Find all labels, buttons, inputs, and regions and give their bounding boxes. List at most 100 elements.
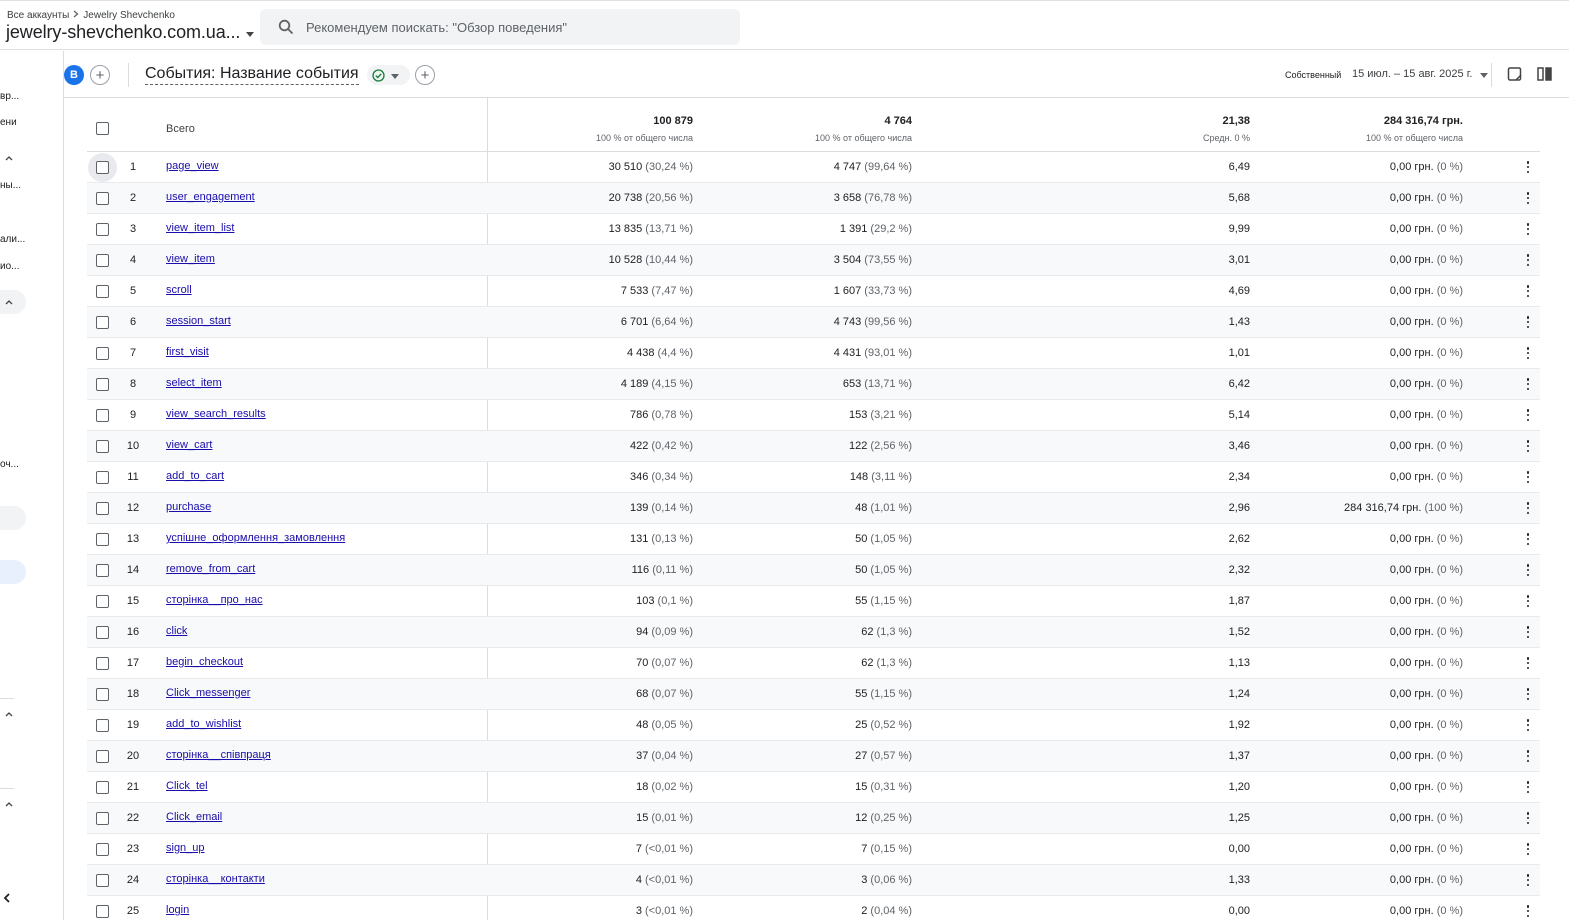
more-vert-icon[interactable] — [1526, 502, 1530, 514]
more-vert-icon[interactable] — [1526, 409, 1530, 421]
more-vert-icon[interactable] — [1526, 471, 1530, 483]
more-vert-icon[interactable] — [1526, 161, 1530, 173]
more-vert-icon[interactable] — [1526, 378, 1530, 390]
report-status-chip[interactable] — [367, 65, 410, 85]
breadcrumb-all-accounts[interactable]: Все аккаунты — [7, 10, 69, 21]
row-checkbox[interactable] — [96, 564, 109, 577]
row-checkbox[interactable] — [96, 688, 109, 701]
more-vert-icon[interactable] — [1526, 874, 1530, 886]
event-name-link[interactable]: add_to_cart — [166, 470, 224, 482]
nav-fragment[interactable]: ио... — [0, 261, 19, 272]
breadcrumb-account[interactable]: Jewelry Shevchenko — [83, 10, 175, 21]
row-checkbox[interactable] — [96, 905, 109, 918]
event-name-link[interactable]: scroll — [166, 284, 192, 296]
more-vert-icon[interactable] — [1526, 719, 1530, 731]
row-checkbox[interactable] — [96, 719, 109, 732]
row-checkbox[interactable] — [96, 440, 109, 453]
more-vert-icon[interactable] — [1526, 316, 1530, 328]
event-name-link[interactable]: first_visit — [166, 346, 209, 358]
event-name-link[interactable]: add_to_wishlist — [166, 718, 241, 730]
event-name-link[interactable]: сторінка__контакти — [166, 873, 265, 885]
row-checkbox[interactable] — [96, 502, 109, 515]
row-checkbox[interactable] — [96, 595, 109, 608]
more-vert-icon[interactable] — [1526, 285, 1530, 297]
more-vert-icon[interactable] — [1526, 657, 1530, 669]
event-name-link[interactable]: сторінка__співпраця — [166, 749, 271, 761]
row-checkbox[interactable] — [96, 874, 109, 887]
row-checkbox[interactable] — [96, 347, 109, 360]
add-segment-button[interactable]: + — [90, 65, 110, 85]
event-name-link[interactable]: Click_email — [166, 811, 222, 823]
event-name-link[interactable]: click — [166, 625, 187, 637]
nav-item-highlight[interactable] — [0, 506, 26, 530]
nav-fragment[interactable]: вр... — [0, 91, 19, 102]
row-checkbox[interactable] — [96, 409, 109, 422]
more-vert-icon[interactable] — [1526, 192, 1530, 204]
event-name-link[interactable]: view_item — [166, 253, 215, 265]
event-name-link[interactable]: session_start — [166, 315, 231, 327]
account-selector[interactable]: jewelry-shevchenko.com.ua... — [6, 22, 255, 43]
nav-fragment[interactable]: оч... — [0, 459, 19, 470]
edit-report-icon[interactable] — [1506, 65, 1524, 83]
select-all-checkbox[interactable] — [96, 122, 109, 135]
nav-fragment[interactable]: ени — [0, 117, 17, 128]
more-vert-icon[interactable] — [1526, 750, 1530, 762]
search-input[interactable] — [306, 19, 726, 35]
segment-chip[interactable]: B — [64, 65, 84, 85]
row-checkbox[interactable] — [96, 533, 109, 546]
report-title[interactable]: События: Название события — [145, 65, 359, 85]
add-comparison-button[interactable]: + — [415, 65, 435, 85]
more-vert-icon[interactable] — [1526, 688, 1530, 700]
more-vert-icon[interactable] — [1526, 905, 1530, 917]
more-vert-icon[interactable] — [1526, 564, 1530, 576]
more-vert-icon[interactable] — [1526, 533, 1530, 545]
event-name-link[interactable]: select_item — [166, 377, 222, 389]
more-vert-icon[interactable] — [1526, 223, 1530, 235]
chevron-up-icon[interactable] — [4, 709, 14, 719]
more-vert-icon[interactable] — [1526, 347, 1530, 359]
row-checkbox[interactable] — [96, 254, 109, 267]
event-name-link[interactable]: sign_up — [166, 842, 205, 854]
more-vert-icon[interactable] — [1526, 781, 1530, 793]
event-name-link[interactable]: сторінка__про_нас — [166, 594, 263, 606]
nav-item-selected[interactable] — [0, 560, 26, 584]
chevron-up-icon[interactable] — [4, 297, 14, 307]
more-vert-icon[interactable] — [1526, 440, 1530, 452]
event-name-link[interactable]: Click_tel — [166, 780, 208, 792]
row-checkbox[interactable] — [96, 285, 109, 298]
event-name-link[interactable]: remove_from_cart — [166, 563, 255, 575]
event-name-link[interactable]: view_cart — [166, 439, 212, 451]
row-checkbox[interactable] — [96, 781, 109, 794]
event-name-link[interactable]: begin_checkout — [166, 656, 243, 668]
collapse-nav-icon[interactable] — [2, 892, 12, 904]
chevron-up-icon[interactable] — [4, 799, 14, 809]
event-name-link[interactable]: view_search_results — [166, 408, 266, 420]
more-vert-icon[interactable] — [1526, 254, 1530, 266]
more-vert-icon[interactable] — [1526, 595, 1530, 607]
more-vert-icon[interactable] — [1526, 626, 1530, 638]
row-checkbox[interactable] — [96, 750, 109, 763]
compare-columns-icon[interactable] — [1536, 65, 1554, 83]
event-name-link[interactable]: view_item_list — [166, 222, 234, 234]
event-name-link[interactable]: user_engagement — [166, 191, 255, 203]
date-range-picker[interactable]: 15 июл. – 15 авг. 2025 г. — [1352, 68, 1489, 80]
row-checkbox[interactable] — [96, 378, 109, 391]
event-name-link[interactable]: purchase — [166, 501, 211, 513]
row-checkbox[interactable] — [96, 812, 109, 825]
search-bar[interactable] — [260, 9, 740, 45]
event-name-link[interactable]: login — [166, 904, 189, 916]
event-name-link[interactable]: Click_messenger — [166, 687, 250, 699]
more-vert-icon[interactable] — [1526, 843, 1530, 855]
row-checkbox[interactable] — [96, 161, 109, 174]
chevron-up-icon[interactable] — [4, 153, 14, 163]
row-checkbox[interactable] — [96, 192, 109, 205]
event-name-link[interactable]: page_view — [166, 160, 219, 172]
row-checkbox[interactable] — [96, 471, 109, 484]
row-checkbox[interactable] — [96, 626, 109, 639]
row-checkbox[interactable] — [96, 657, 109, 670]
more-vert-icon[interactable] — [1526, 812, 1530, 824]
event-name-link[interactable]: успішне_оформлення_замовлення — [166, 532, 345, 544]
row-checkbox[interactable] — [96, 316, 109, 329]
nav-fragment[interactable]: ны... — [0, 180, 21, 191]
row-checkbox[interactable] — [96, 223, 109, 236]
